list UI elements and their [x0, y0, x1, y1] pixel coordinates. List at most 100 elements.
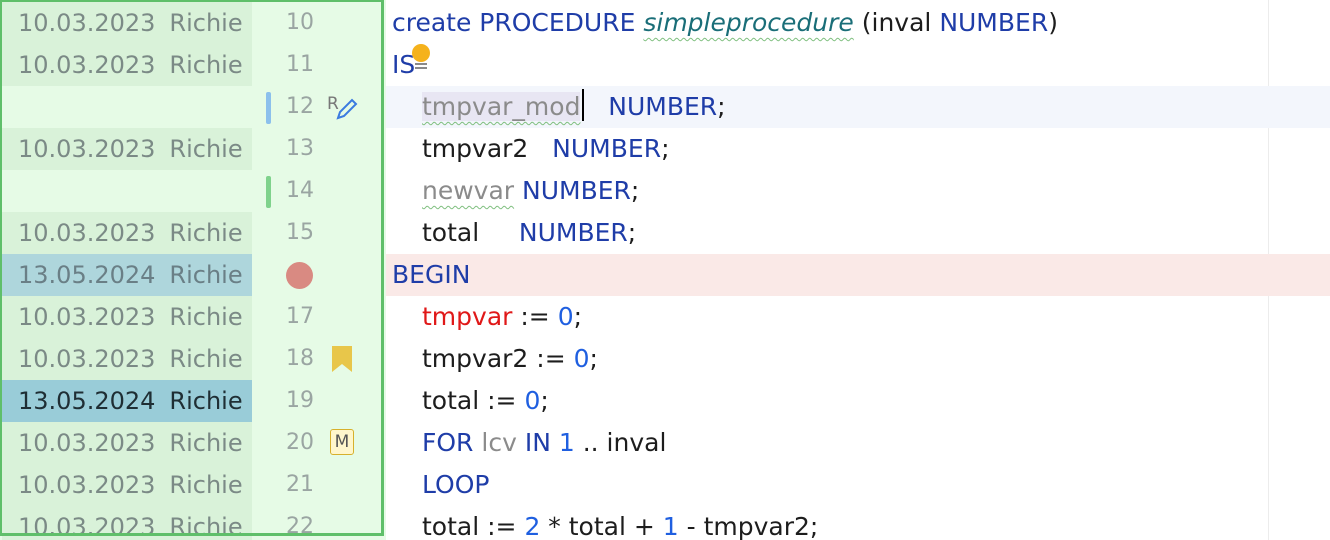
- code-text: ;: [589, 344, 598, 373]
- code-text: ;: [573, 302, 583, 331]
- annotation-13[interactable]: 10.03.2023 Richie: [2, 128, 252, 170]
- line-number[interactable]: 21: [252, 464, 314, 506]
- keyword: NUMBER: [608, 92, 718, 121]
- annotation-11[interactable]: 10.03.2023 Richie: [2, 44, 252, 86]
- annotation-author: Richie: [169, 51, 243, 79]
- number-literal: 1: [558, 428, 575, 457]
- code-text: (inval: [853, 8, 940, 37]
- bookmark-icon[interactable]: [330, 344, 354, 374]
- keyword: IN: [516, 428, 559, 457]
- code-text: .. inval: [574, 428, 667, 457]
- line-number[interactable]: 15: [252, 212, 314, 254]
- line-number[interactable]: 10: [252, 2, 314, 44]
- line-number[interactable]: 12: [252, 86, 314, 128]
- procedure-name: simpleprocedure: [643, 8, 854, 37]
- editor-line-15: 10.03.2023 Richie 15 total NUMBER;: [0, 212, 1330, 254]
- editor-line-13: 10.03.2023 Richie 13 tmpvar2 NUMBER;: [0, 128, 1330, 170]
- line-number[interactable]: 11: [252, 44, 314, 86]
- identifier: total: [422, 218, 519, 247]
- annotation-20[interactable]: 10.03.2023 Richie: [2, 422, 252, 464]
- line-number[interactable]: 22: [252, 506, 314, 540]
- annotation-author: Richie: [169, 261, 243, 289]
- editor-line-14: 14 newvar NUMBER;: [0, 170, 1330, 212]
- annotation-author: Richie: [169, 219, 243, 247]
- lightbulb-intention-icon[interactable]: [410, 42, 432, 72]
- rename-refactoring-icon[interactable]: R: [326, 92, 358, 122]
- code-line[interactable]: tmpvar2 NUMBER;: [392, 128, 670, 170]
- annotation-author: Richie: [169, 9, 243, 37]
- annotation-author: Richie: [169, 429, 243, 457]
- number-literal: 2: [524, 512, 541, 540]
- line-number[interactable]: 19: [252, 380, 314, 422]
- annotation-date: 10.03.2023: [18, 429, 156, 457]
- code-text: ;: [627, 218, 637, 247]
- annotation-10[interactable]: 10.03.2023 Richie: [2, 2, 252, 44]
- line-number[interactable]: 14: [252, 170, 314, 212]
- annotation-18[interactable]: 10.03.2023 Richie: [2, 338, 252, 380]
- editor-line-22: 10.03.2023 Richie 22 total := 2 * total +…: [0, 506, 1330, 540]
- code-editor[interactable]: 10.03.2023 Richie 10 create PROCEDURE sim…: [0, 0, 1330, 540]
- identifier: total :=: [422, 386, 525, 415]
- keyword: BEGIN: [392, 260, 471, 289]
- keyword: NUMBER: [518, 218, 628, 247]
- loop-variable: lcv: [481, 428, 517, 457]
- number-literal: 0: [557, 302, 574, 331]
- code-text: - tmpvar2;: [678, 512, 819, 540]
- annotation-date: 13.05.2024: [18, 261, 156, 289]
- editor-line-18: 10.03.2023 Richie 18 tmpvar2 := 0;: [0, 338, 1330, 380]
- code-line[interactable]: tmpvar_mod NUMBER;: [392, 86, 726, 128]
- annotation-date: 10.03.2023: [18, 345, 156, 373]
- annotation-date: 10.03.2023: [18, 135, 156, 163]
- keyword: FOR: [422, 428, 482, 457]
- code-line[interactable]: tmpvar := 0;: [392, 296, 582, 338]
- code-line[interactable]: total NUMBER;: [392, 212, 636, 254]
- rename-variable[interactable]: tmpvar_mod: [422, 92, 581, 121]
- code-text: * total +: [540, 512, 663, 540]
- code-line[interactable]: newvar NUMBER;: [392, 170, 639, 212]
- editor-line-10: 10.03.2023 Richie 10 create PROCEDURE sim…: [0, 2, 1330, 44]
- annotation-date: 10.03.2023: [18, 303, 156, 331]
- unused-variable: newvar: [422, 176, 515, 205]
- line-number[interactable]: 17: [252, 296, 314, 338]
- identifier: tmpvar2 :=: [422, 344, 574, 373]
- rename-icon-letter: R: [327, 94, 339, 114]
- code-line[interactable]: FOR lcv IN 1 .. inval: [392, 422, 666, 464]
- code-text: :=: [512, 302, 558, 331]
- code-line[interactable]: create PROCEDURE simpleprocedure (inval …: [392, 2, 1058, 44]
- code-line[interactable]: tmpvar2 := 0;: [392, 338, 598, 380]
- code-line[interactable]: BEGIN: [392, 254, 470, 296]
- annotation-17[interactable]: 10.03.2023 Richie: [2, 296, 252, 338]
- annotation-16[interactable]: 13.05.2024 Richie: [2, 254, 252, 296]
- annotation-15[interactable]: 10.03.2023 Richie: [2, 212, 252, 254]
- mnemonic-bookmark-icon[interactable]: M: [330, 429, 354, 455]
- annotation-21[interactable]: 10.03.2023 Richie: [2, 464, 252, 506]
- code-line[interactable]: LOOP: [392, 464, 489, 506]
- annotation-author: Richie: [169, 387, 243, 415]
- keyword: NUMBER: [939, 8, 1049, 37]
- breakpoint-icon[interactable]: [286, 262, 313, 289]
- annotation-author: Richie: [169, 303, 243, 331]
- code-line[interactable]: total := 0;: [392, 380, 549, 422]
- editor-line-20: 10.03.2023 Richie 20 M FOR lcv IN 1 .. in…: [0, 422, 1330, 464]
- identifier: tmpvar2: [422, 134, 553, 163]
- annotation-22[interactable]: 10.03.2023 Richie: [2, 506, 252, 540]
- number-literal: 0: [524, 386, 541, 415]
- code-line[interactable]: total := 2 * total + 1 - tmpvar2;: [392, 506, 818, 540]
- editor-line-16: 13.05.2024 Richie BEGIN: [0, 254, 1330, 296]
- annotation-14[interactable]: [2, 170, 252, 212]
- keyword: NUMBER: [552, 134, 662, 163]
- line-number[interactable]: 18: [252, 338, 314, 380]
- annotation-date: 10.03.2023: [18, 9, 156, 37]
- annotation-author: Richie: [169, 471, 243, 499]
- annotation-19[interactable]: 13.05.2024 Richie: [2, 380, 252, 422]
- line-number[interactable]: 20: [252, 422, 314, 464]
- editor-line-19: 13.05.2024 Richie 19 total := 0;: [0, 380, 1330, 422]
- code-text: ;: [717, 92, 726, 121]
- editor-line-11: 10.03.2023 Richie 11 IS: [0, 44, 1330, 86]
- unresolved-identifier: tmpvar: [422, 302, 513, 331]
- annotation-author: Richie: [169, 513, 243, 540]
- annotation-12[interactable]: [2, 86, 252, 128]
- line-number[interactable]: 13: [252, 128, 314, 170]
